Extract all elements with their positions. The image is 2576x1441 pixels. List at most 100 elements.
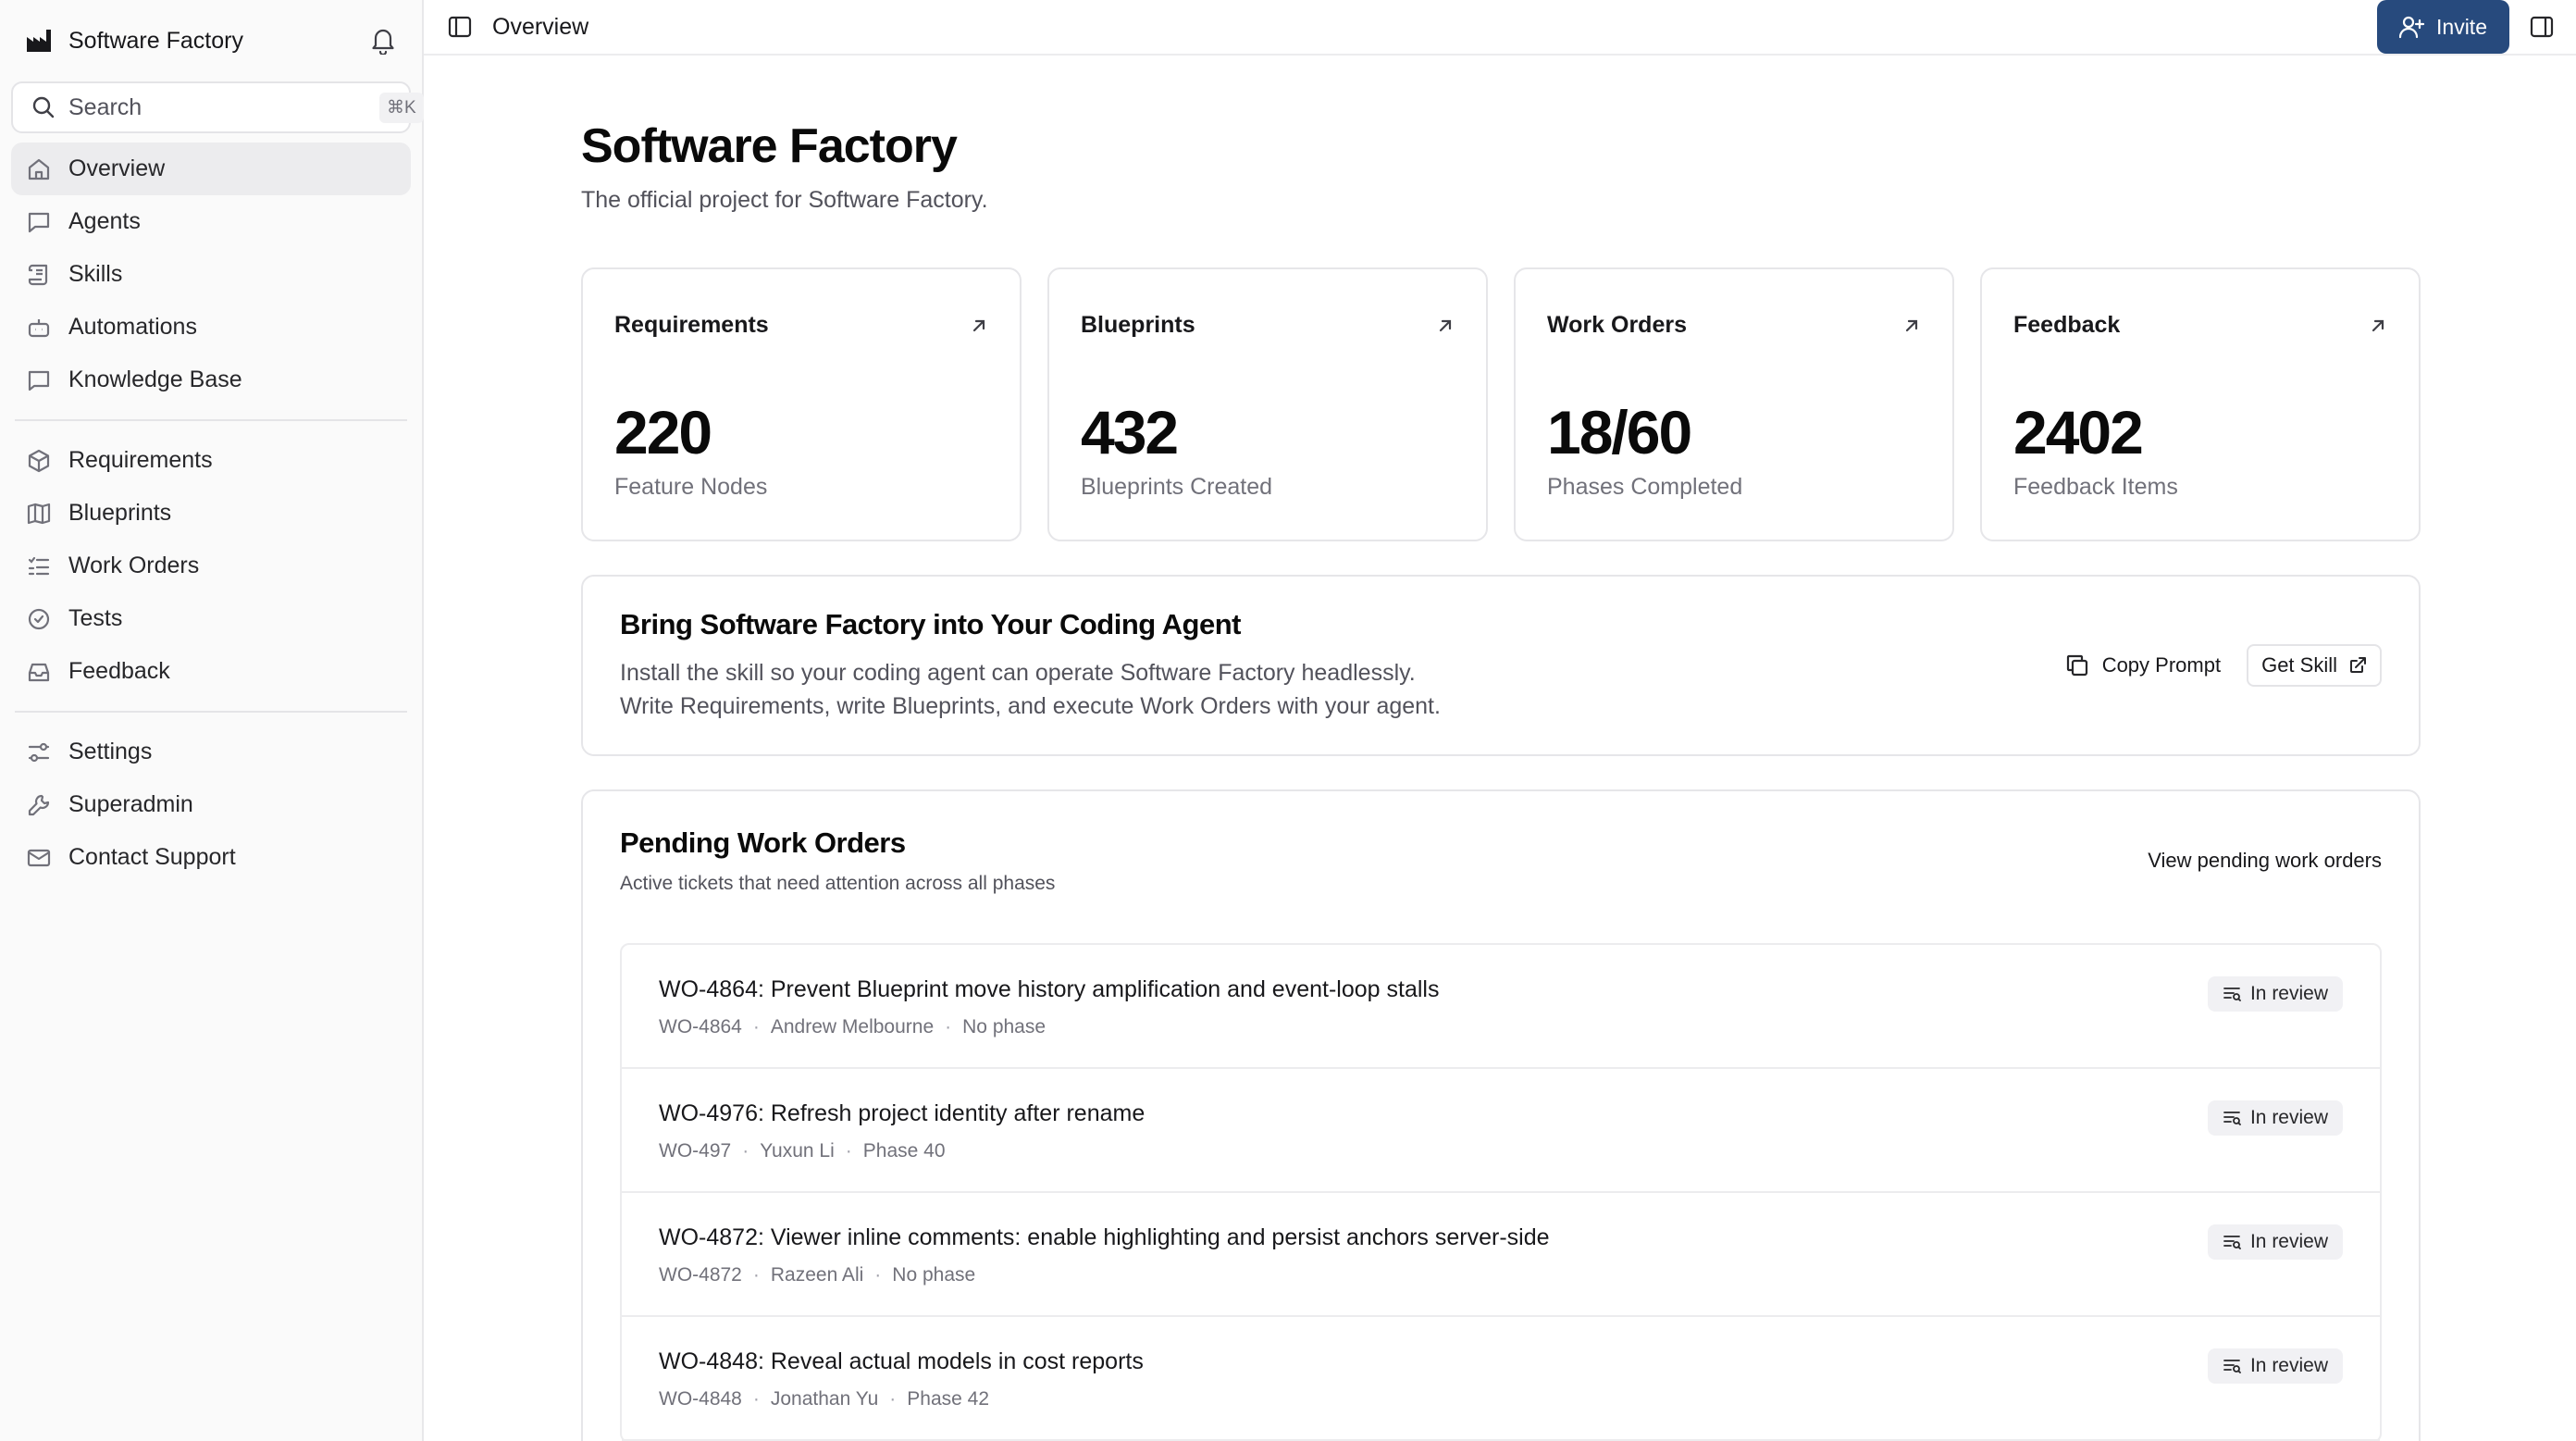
panel-right-icon[interactable] — [2530, 15, 2554, 39]
work-order-meta: WO-4864 · Andrew Melbourne · No phase — [659, 1016, 1046, 1037]
skill-card-title: Bring Software Factory into Your Coding … — [620, 608, 1241, 640]
bot-icon — [26, 315, 52, 341]
sidebar-item-label: Overview — [68, 155, 166, 181]
sidebar-item-automations[interactable]: Automations — [11, 301, 411, 354]
get-skill-label: Get Skill — [2261, 653, 2337, 677]
search-box[interactable]: ⌘K — [11, 81, 424, 133]
work-order-phase: Phase 40 — [862, 1140, 946, 1161]
skill-card-description: Install the skill so your coding agent c… — [620, 656, 2065, 723]
skill-desc-line: Install the skill so your coding agent c… — [620, 660, 1416, 686]
work-order-row[interactable]: WO-4848: Reveal actual models in cost re… — [622, 1317, 2380, 1441]
sidebar-item-overview[interactable]: Overview — [11, 143, 411, 195]
work-order-id: WO-4872 — [659, 1264, 742, 1286]
bell-icon[interactable] — [370, 27, 396, 55]
nav-system: Settings Superadmin Contact Support — [11, 726, 411, 884]
stat-label: Work Orders — [1547, 312, 1687, 338]
coding-agent-card: Bring Software Factory into Your Coding … — [581, 575, 2421, 756]
nav-project: Requirements Blueprints Work Orders Test… — [11, 434, 411, 698]
sidebar-item-superadmin[interactable]: Superadmin — [11, 778, 411, 831]
topbar: Overview Invite — [424, 0, 2576, 56]
work-order-title: WO-4864: Prevent Blueprint move history … — [659, 976, 1440, 1002]
work-order-phase: No phase — [892, 1264, 976, 1286]
scroll-icon — [26, 262, 52, 288]
overview-content: Software Factory The official project fo… — [424, 56, 2576, 1441]
stat-value: 220 — [614, 398, 712, 466]
sliders-icon — [26, 739, 52, 765]
main-area: Overview Invite Software Factory The off… — [424, 0, 2576, 1441]
sidebar-item-requirements[interactable]: Requirements — [11, 434, 411, 487]
sidebar-item-work-orders[interactable]: Work Orders — [11, 540, 411, 592]
work-order-phase: Phase 42 — [907, 1388, 990, 1410]
stat-card-work-orders[interactable]: Work Orders 18/60 Phases Completed — [1514, 267, 1954, 541]
sidebar-item-contact-support[interactable]: Contact Support — [11, 831, 411, 884]
sidebar-item-knowledge-base[interactable]: Knowledge Base — [11, 354, 411, 406]
work-order-row[interactable]: WO-4976: Refresh project identity after … — [622, 1069, 2380, 1193]
status-label: In review — [2249, 1107, 2328, 1128]
work-order-id: WO-497 — [659, 1140, 732, 1161]
sidebar-item-agents[interactable]: Agents — [11, 195, 411, 248]
sidebar-item-feedback[interactable]: Feedback — [11, 645, 411, 698]
brand[interactable]: Software Factory — [26, 28, 243, 55]
sidebar-item-skills[interactable]: Skills — [11, 248, 411, 301]
chat-square-icon — [26, 367, 52, 393]
stat-card-feedback[interactable]: Feedback 2402 Feedback Items — [1980, 267, 2421, 541]
invite-button[interactable]: Invite — [2377, 0, 2509, 54]
stat-value: 18/60 — [1547, 398, 1692, 466]
sidebar-item-label: Skills — [68, 261, 123, 287]
arrow-up-right-icon — [970, 317, 988, 335]
sidebar-item-blueprints[interactable]: Blueprints — [11, 487, 411, 540]
mail-icon — [26, 845, 52, 871]
external-link-icon — [2348, 656, 2367, 675]
pending-work-orders-card: Pending Work Orders Active tickets that … — [581, 789, 2421, 1441]
get-skill-button[interactable]: Get Skill — [2247, 644, 2382, 687]
stat-card-requirements[interactable]: Requirements 220 Feature Nodes — [581, 267, 1022, 541]
user-plus-icon — [2399, 15, 2425, 39]
copy-prompt-label: Copy Prompt — [2101, 653, 2222, 677]
sidebar-divider — [15, 419, 407, 421]
sidebar-item-settings[interactable]: Settings — [11, 726, 411, 778]
nav-primary: Overview Agents Skills Automations Knowl… — [11, 143, 411, 406]
status-label: In review — [2249, 983, 2328, 1004]
sidebar-item-label: Agents — [68, 208, 141, 234]
status-badge: In review — [2207, 1348, 2343, 1384]
work-order-owner: Jonathan Yu — [770, 1388, 879, 1410]
status-badge: In review — [2207, 1224, 2343, 1260]
stat-card-blueprints[interactable]: Blueprints 432 Blueprints Created — [1047, 267, 1488, 541]
status-badge: In review — [2207, 976, 2343, 1012]
pending-title: Pending Work Orders — [620, 826, 906, 859]
factory-icon — [26, 29, 52, 53]
work-order-title: WO-4976: Refresh project identity after … — [659, 1100, 1146, 1126]
work-order-phase: No phase — [962, 1016, 1046, 1037]
sidebar-item-label: Superadmin — [68, 791, 193, 817]
view-pending-link[interactable]: View pending work orders — [2148, 849, 2382, 873]
work-order-row[interactable]: WO-4872: Viewer inline comments: enable … — [622, 1193, 2380, 1317]
work-order-meta: WO-4872 · Razeen Ali · No phase — [659, 1264, 976, 1286]
arrow-up-right-icon — [1902, 317, 1921, 335]
pending-subtitle: Active tickets that need attention acros… — [620, 873, 1056, 894]
stat-value: 2402 — [2013, 398, 2144, 466]
chat-icon — [26, 209, 52, 235]
work-order-owner: Razeen Ali — [770, 1264, 864, 1286]
page-title: Software Factory — [581, 119, 958, 173]
copy-icon — [2065, 653, 2089, 677]
stat-label: Blueprints — [1081, 312, 1195, 338]
sidebar-item-tests[interactable]: Tests — [11, 592, 411, 645]
arrow-up-right-icon — [1436, 317, 1455, 335]
work-order-meta: WO-497 · Yuxun Li · Phase 40 — [659, 1140, 946, 1161]
search-input[interactable] — [68, 93, 366, 121]
sidebar-item-label: Requirements — [68, 447, 213, 473]
work-order-owner: Yuxun Li — [760, 1140, 835, 1161]
brand-name: Software Factory — [68, 27, 243, 54]
sidebar-toggle-icon[interactable] — [448, 15, 472, 39]
home-icon — [26, 156, 52, 182]
app-window: Software Factory ⌘K Overview Agents — [0, 0, 2576, 1441]
work-order-row[interactable]: WO-4864: Prevent Blueprint move history … — [622, 945, 2380, 1069]
work-order-title: WO-4848: Reveal actual models in cost re… — [659, 1348, 1144, 1374]
review-list-icon — [2223, 1110, 2241, 1126]
copy-prompt-button[interactable]: Copy Prompt — [2065, 653, 2221, 677]
search-shortcut: ⌘K — [379, 92, 424, 123]
sidebar-item-label: Settings — [68, 739, 153, 764]
review-list-icon — [2223, 1358, 2241, 1374]
arrow-up-right-icon — [2369, 317, 2387, 335]
status-badge: In review — [2207, 1100, 2343, 1136]
